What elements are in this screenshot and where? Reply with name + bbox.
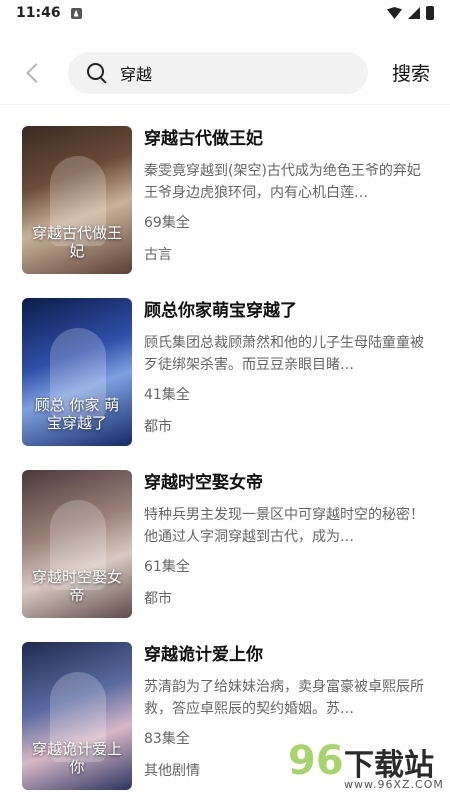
site-watermark: 96 下载站 www.96XZ.COM xyxy=(288,738,448,798)
wifi-icon xyxy=(387,7,402,19)
watermark-digits: 96 xyxy=(288,738,344,784)
result-info: 顾总你家萌宝穿越了 顾氏集团总裁顾萧然和他的儿子生母陆童童被歹徒绑架杀害。而豆豆… xyxy=(144,298,430,438)
drama-cover[interactable]: 穿越时空娶女帝 xyxy=(22,470,132,618)
result-item[interactable]: 穿越古代做王妃 穿越古代做王妃 秦雯竟穿越到(架空)古代成为绝色王爷的弃妃王爷身… xyxy=(0,126,450,298)
episode-count: 41集全 xyxy=(144,387,190,403)
result-item[interactable]: 顾总 你家 萌宝穿越了 顾总你家萌宝穿越了 顾氏集团总裁顾萧然和他的儿子生母陆童… xyxy=(0,298,450,470)
search-input[interactable] xyxy=(120,63,340,83)
battery-icon xyxy=(426,6,434,20)
cellular-signal-icon xyxy=(408,7,420,19)
genre-tag: 古言 xyxy=(144,247,172,263)
genre-tag: 都市 xyxy=(144,591,172,607)
result-item[interactable]: 穿越时空娶女帝 穿越时空娶女帝 特种兵男主发现一景区中可穿越时空的秘密！他通过人… xyxy=(0,470,450,642)
genre-tag: 都市 xyxy=(144,419,172,435)
result-list: 穿越古代做王妃 穿越古代做王妃 秦雯竟穿越到(架空)古代成为绝色王爷的弃妃王爷身… xyxy=(0,126,450,800)
search-button[interactable]: 搜索 xyxy=(392,59,430,86)
result-description: 苏清韵为了给妹妹治病，卖身富豪被卓熙辰所救，答应卓熙辰的契约婚姻。苏… xyxy=(144,679,424,717)
search-header: 搜索 xyxy=(0,50,450,96)
result-title[interactable]: 穿越古代做王妃 xyxy=(144,126,430,152)
result-info: 穿越古代做王妃 秦雯竟穿越到(架空)古代成为绝色王爷的弃妃王爷身边虎狼环伺，内有… xyxy=(144,126,430,266)
status-time: 11:46 xyxy=(16,5,61,21)
cover-title: 顾总 你家 萌宝穿越了 xyxy=(34,396,120,432)
status-icons xyxy=(387,6,434,20)
cover-title: 穿越时空娶女帝 xyxy=(31,568,122,604)
cover-title: 穿越诡计爱上你 xyxy=(31,740,122,776)
result-description: 秦雯竟穿越到(架空)古代成为绝色王爷的弃妃王爷身边虎狼环伺，内有心机白莲… xyxy=(144,163,421,201)
header-divider xyxy=(0,104,450,105)
episode-count: 69集全 xyxy=(144,215,190,231)
search-icon xyxy=(86,62,108,84)
status-bar: 11:46 xyxy=(0,0,450,26)
drama-cover[interactable]: 穿越古代做王妃 xyxy=(22,126,132,274)
chevron-left-icon xyxy=(26,63,46,83)
search-box[interactable] xyxy=(68,52,368,94)
drama-cover[interactable]: 顾总 你家 萌宝穿越了 xyxy=(22,298,132,446)
drama-cover[interactable]: 穿越诡计爱上你 xyxy=(22,642,132,790)
back-button[interactable] xyxy=(18,56,48,90)
cover-title: 穿越古代做王妃 xyxy=(31,224,122,260)
result-title[interactable]: 穿越诡计爱上你 xyxy=(144,642,430,668)
result-title[interactable]: 穿越时空娶女帝 xyxy=(144,470,430,496)
result-description: 特种兵男主发现一景区中可穿越时空的秘密！他通过人字洞穿越到古代，成为… xyxy=(144,507,424,545)
result-description: 顾氏集团总裁顾萧然和他的儿子生母陆童童被歹徒绑架杀害。而豆豆亲眼目睹… xyxy=(144,335,424,373)
watermark-url: www.96XZ.COM xyxy=(344,778,444,791)
result-info: 穿越时空娶女帝 特种兵男主发现一景区中可穿越时空的秘密！他通过人字洞穿越到古代，… xyxy=(144,470,430,610)
result-title[interactable]: 顾总你家萌宝穿越了 xyxy=(144,298,430,324)
notification-app-icon xyxy=(70,7,82,19)
episode-count: 61集全 xyxy=(144,559,190,575)
